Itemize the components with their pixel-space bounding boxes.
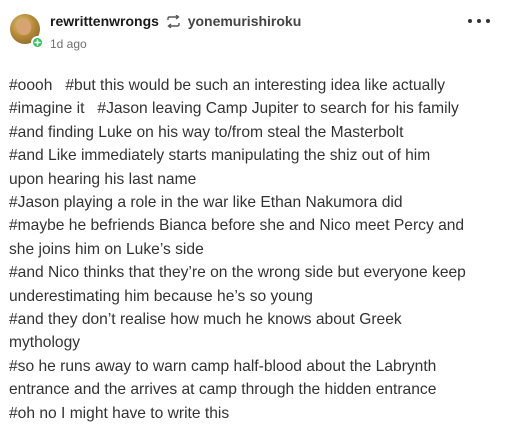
dot (468, 19, 472, 23)
tag-line[interactable]: #and Nico thinks that they’re on the wro… (9, 261, 504, 284)
tag-line[interactable]: #oh no I might have to write this (9, 402, 504, 425)
reblog-source-name[interactable]: yonemurishiroku (188, 13, 302, 29)
dot (486, 19, 490, 23)
tag-line[interactable]: upon hearing his last name (9, 168, 504, 191)
avatar[interactable] (10, 14, 44, 49)
tag-line[interactable]: #oooh #but this would be such an interes… (9, 74, 504, 97)
tag-line[interactable]: #and finding Luke on his way to/from ste… (9, 121, 504, 144)
tag-line[interactable]: entrance and the arrives at camp through… (9, 378, 504, 401)
tag-line[interactable]: #maybe he befriends Bianca before she an… (9, 214, 504, 237)
reblog-icon (166, 14, 181, 31)
dot (477, 19, 481, 23)
tag-line[interactable]: #and they don’t realise how much he know… (9, 308, 504, 331)
tag-line[interactable]: underestimating him because he’s so youn… (9, 285, 504, 308)
tag-line[interactable]: #and Like immediately starts manipulatin… (9, 144, 504, 167)
more-options-icon[interactable] (468, 14, 490, 28)
author-name[interactable]: rewrittenwrongs (50, 13, 159, 29)
tag-line[interactable]: she joins him on Luke’s side (9, 238, 504, 261)
tag-line[interactable]: #Jason playing a role in the war like Et… (9, 191, 504, 214)
post-attribution: rewrittenwrongs yonemurishiroku (50, 13, 301, 31)
post-timestamp[interactable]: 1d ago (50, 37, 87, 51)
follow-plus-icon[interactable] (31, 36, 44, 49)
avatar-face (17, 19, 31, 35)
tag-line[interactable]: mythology (9, 331, 504, 354)
post-header: rewrittenwrongs yonemurishiroku 1d ago (0, 0, 510, 60)
post-card: rewrittenwrongs yonemurishiroku 1d ago #… (0, 0, 510, 440)
tag-line[interactable]: #imagine it #Jason leaving Camp Jupiter … (9, 97, 504, 120)
tag-line[interactable]: #so he runs away to warn camp half-blood… (9, 355, 504, 378)
post-tags: #oooh #but this would be such an interes… (9, 74, 504, 425)
